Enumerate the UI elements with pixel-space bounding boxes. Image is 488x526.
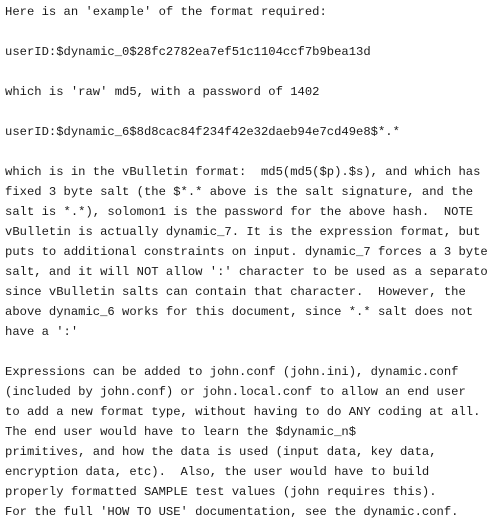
text-line: to add a new format type, without having… — [5, 405, 481, 419]
text-line: since vBulletin salts can contain that c… — [5, 285, 466, 299]
text-line: salt, and it will NOT allow ':' characte… — [5, 265, 488, 279]
document-text: Here is an 'example' of the format requi… — [0, 0, 488, 526]
text-line: userID:$dynamic_6$8d8cac84f234f42e32daeb… — [5, 125, 400, 139]
text-line: Here is an 'example' of the format requi… — [5, 5, 327, 19]
text-line: primitives, and how the data is used (in… — [5, 445, 437, 459]
text-line: puts to additional constraints on input.… — [5, 245, 488, 259]
text-line: userID:$dynamic_0$28fc2782ea7ef51c1104cc… — [5, 45, 371, 59]
text-line: properly formatted SAMPLE test values (j… — [5, 485, 437, 499]
text-line: above dynamic_6 works for this document,… — [5, 305, 474, 319]
text-line: vBulletin is actually dynamic_7. It is t… — [5, 225, 481, 239]
text-line: fixed 3 byte salt (the $*.* above is the… — [5, 185, 474, 199]
text-line: Expressions can be added to john.conf (j… — [5, 365, 459, 379]
text-line: which is in the vBulletin format: md5(md… — [5, 165, 488, 179]
text-line: For the full 'HOW TO USE' documentation,… — [5, 505, 459, 519]
text-line: encryption data, etc). Also, the user wo… — [5, 465, 430, 479]
text-line: The end user would have to learn the $dy… — [5, 425, 357, 439]
text-line: salt is *.*), solomon1 is the password f… — [5, 205, 474, 219]
text-line: have a ':' — [5, 325, 79, 339]
text-line: which is 'raw' md5, with a password of 1… — [5, 85, 320, 99]
text-line: (included by john.conf) or john.local.co… — [5, 385, 466, 399]
